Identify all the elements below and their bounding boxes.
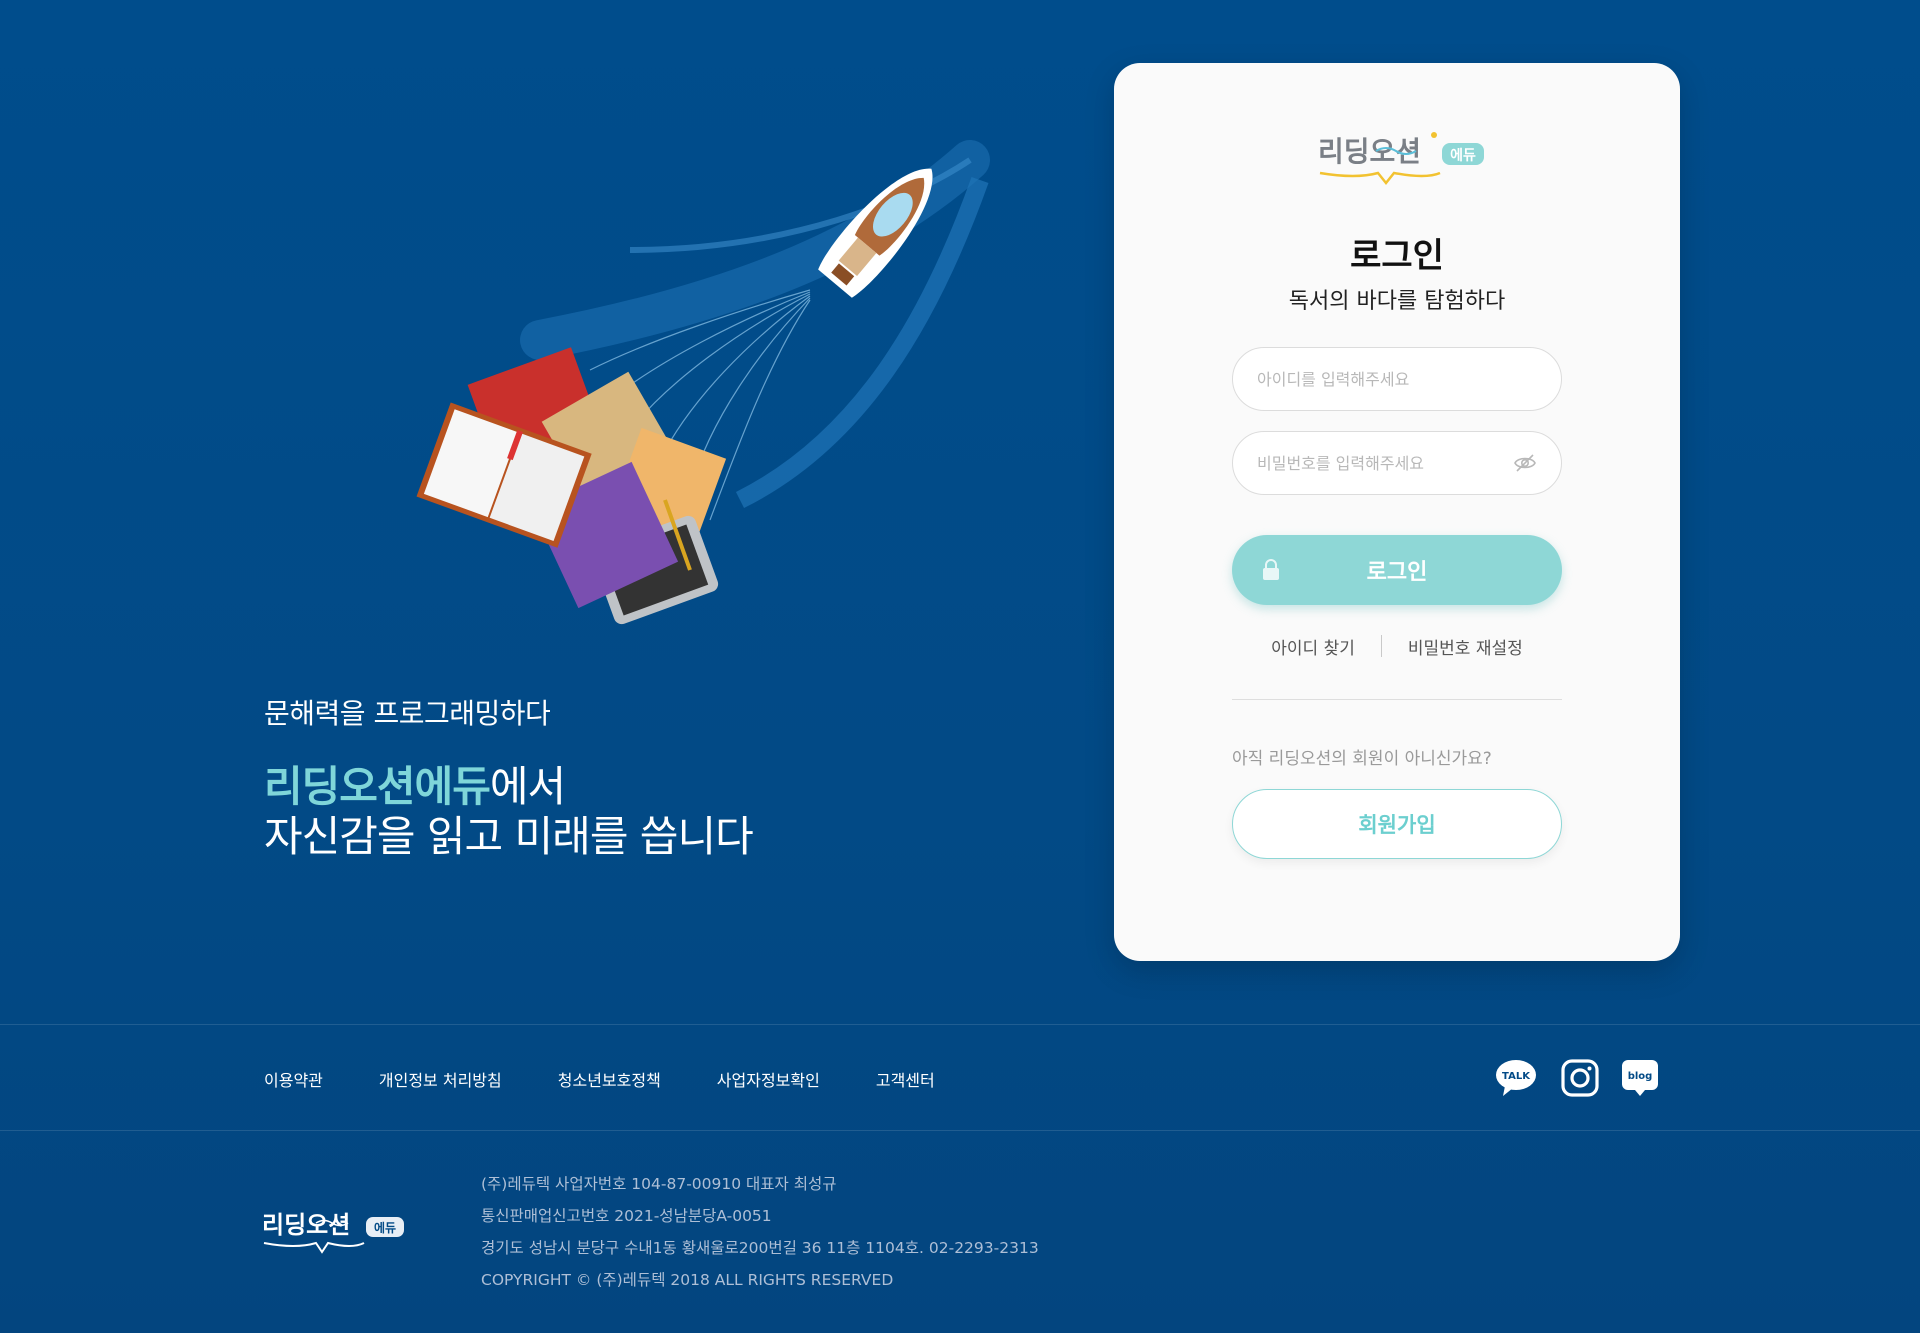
footer-nav: 이용약관 개인정보 처리방침 청소년보호정책 사업자정보확인 고객센터 TALK… (0, 1024, 1920, 1131)
reset-password-link[interactable]: 비밀번호 재설정 (1382, 634, 1549, 659)
lock-icon (1263, 559, 1279, 580)
hero-illustration (410, 140, 1010, 660)
signup-button[interactable]: 회원가입 (1232, 789, 1562, 859)
mail-order-registration: 통신판매업신고번호 2021-성남분당A-0051 (481, 1207, 772, 1225)
id-input[interactable] (1257, 369, 1537, 389)
footer-link-terms[interactable]: 이용약관 (264, 1067, 323, 1091)
divider (1232, 699, 1562, 700)
copyright: COPYRIGHT © (주)레듀텍 2018 ALL RIGHTS RESER… (481, 1271, 894, 1289)
footer-link-customer-center[interactable]: 고객센터 (876, 1067, 935, 1091)
footer-link-privacy[interactable]: 개인정보 처리방침 (379, 1067, 502, 1091)
hero-brand: 리딩오션에듀 (264, 762, 491, 811)
company-address: 경기도 성남시 분당구 수내1동 황새울로200번길 36 11층 1104호.… (481, 1239, 1039, 1257)
logo-badge: 에듀 (1450, 148, 1476, 164)
hero-line1-suffix: 에서 (489, 762, 566, 811)
hero-line2: 자신감을 읽고 미래를 씁니다 (264, 812, 754, 861)
login-subtitle: 독서의 바다를 탐험하다 (1288, 289, 1506, 314)
login-title: 로그인 (1350, 236, 1444, 276)
hero-headline: 리딩오션에듀에서 자신감을 읽고 미래를 씁니다 (264, 762, 754, 862)
login-button[interactable]: 로그인 (1232, 535, 1562, 605)
footer-link-business-info[interactable]: 사업자정보확인 (717, 1067, 820, 1091)
footer-logo: 리딩오션 에듀 (262, 1211, 404, 1254)
password-input[interactable] (1257, 453, 1505, 473)
logo-text: 리딩오션 (1318, 135, 1421, 168)
hero-subtitle: 문해력을 프로그래밍하다 (264, 697, 551, 730)
blog-label: blog (1628, 1071, 1653, 1082)
eye-off-icon[interactable] (1513, 451, 1537, 475)
signup-prompt: 아직 리딩오션의 회원이 아니신가요? (1232, 749, 1492, 769)
footer-links: 이용약관 개인정보 처리방침 청소년보호정책 사업자정보확인 고객센터 (264, 1067, 991, 1091)
blog-icon[interactable]: blog (1620, 1058, 1660, 1098)
login-card: 리딩오션 에듀 로그인 독서의 바다를 탐험하다 로그인 아이디 찾기 비밀번호… (1114, 63, 1680, 961)
kakaotalk-label: TALK (1502, 1071, 1531, 1082)
account-help-links: 아이디 찾기 비밀번호 재설정 (1232, 631, 1562, 661)
footer-logo-badge: 에듀 (374, 1220, 396, 1235)
company-registration: (주)레듀텍 사업자번호 104-87-00910 대표자 최성규 (481, 1175, 837, 1193)
books-icon (416, 347, 727, 625)
id-field (1232, 347, 1562, 411)
boat-and-books-illustration (416, 140, 990, 625)
instagram-icon[interactable] (1560, 1058, 1600, 1098)
reading-ocean-logo: 리딩오션 에듀 (1318, 132, 1484, 186)
footer-link-youth-policy[interactable]: 청소년보호정책 (558, 1067, 661, 1091)
password-field (1232, 431, 1562, 495)
kakaotalk-icon[interactable]: TALK (1495, 1058, 1537, 1098)
company-info: (주)레듀텍 사업자번호 104-87-00910 대표자 최성규 통신판매업신… (481, 1173, 1039, 1301)
hero-text: 문해력을 프로그래밍하다 리딩오션에듀에서 자신감을 읽고 미래를 씁니다 (264, 692, 754, 862)
login-button-label: 로그인 (1366, 560, 1428, 585)
find-id-link[interactable]: 아이디 찾기 (1245, 634, 1381, 659)
